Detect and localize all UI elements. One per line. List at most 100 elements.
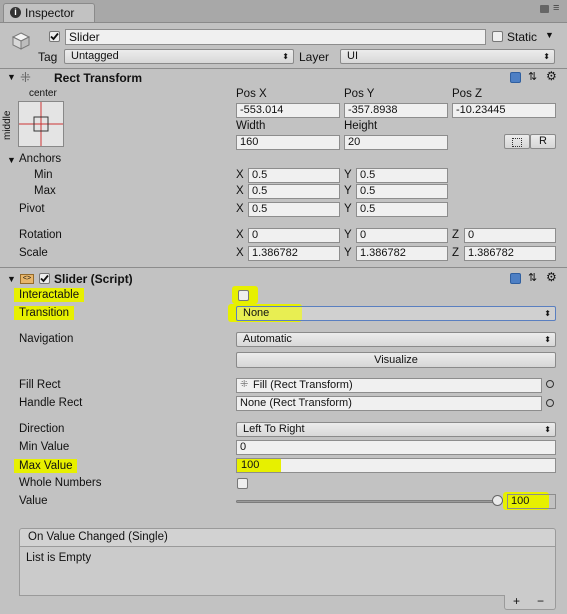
rect-transform-small-icon: ⁜ xyxy=(240,379,249,390)
foldout-arrow-icon[interactable]: ▼ xyxy=(7,274,16,284)
divider xyxy=(0,267,567,268)
navigation-label: Navigation xyxy=(19,333,74,345)
object-picker-icon[interactable] xyxy=(546,399,554,407)
inspector-tab[interactable]: i Inspector xyxy=(3,3,95,22)
height-label: Height xyxy=(344,120,378,132)
anchors-label: Anchors xyxy=(19,153,62,165)
pos-x-label: Pos X xyxy=(236,88,267,100)
chevron-down-icon[interactable]: ▼ xyxy=(545,30,554,40)
anchor-min-y-field[interactable]: 0.5 xyxy=(356,168,448,183)
scale-x-field[interactable]: 1.386782 xyxy=(248,246,340,261)
anchor-preset-top-label: center xyxy=(29,88,57,99)
anchor-min-label: Min xyxy=(34,169,53,181)
event-list: List is Empty xyxy=(19,546,556,596)
divider xyxy=(0,68,567,69)
layer-dropdown[interactable]: UI ⬍ xyxy=(340,49,555,64)
event-footer: + − xyxy=(504,594,556,610)
value-slider-thumb[interactable] xyxy=(492,495,503,506)
width-field[interactable]: 160 xyxy=(236,135,340,150)
rect-transform-title: Rect Transform xyxy=(54,71,143,85)
object-picker-icon[interactable] xyxy=(546,380,554,388)
scale-label: Scale xyxy=(19,247,48,259)
gameobject-icon xyxy=(11,31,31,51)
pivot-x-field[interactable]: 0.5 xyxy=(248,202,340,217)
max-value-label: Max Value xyxy=(14,459,78,473)
blueprint-mode-button[interactable] xyxy=(504,134,530,149)
pivot-y-field[interactable]: 0.5 xyxy=(356,202,448,217)
rotation-y-field[interactable]: 0 xyxy=(356,228,448,243)
interactable-label: Interactable xyxy=(14,288,85,302)
pos-x-field[interactable]: -553.014 xyxy=(236,103,340,118)
fill-rect-label: Fill Rect xyxy=(19,379,61,391)
lock-icon[interactable] xyxy=(540,5,549,13)
value-label: Value xyxy=(19,495,48,507)
handle-rect-field[interactable]: None (Rect Transform) xyxy=(236,396,542,411)
help-icon[interactable] xyxy=(510,273,521,284)
scale-y-field[interactable]: 1.386782 xyxy=(356,246,448,261)
event-empty-text: List is Empty xyxy=(26,552,92,564)
foldout-arrow-icon[interactable]: ▼ xyxy=(7,72,16,82)
whole-numbers-checkbox[interactable] xyxy=(237,478,248,489)
pos-z-field[interactable]: -10.23445 xyxy=(452,103,556,118)
rect-transform-icon: ⁜ xyxy=(20,70,31,85)
gear-icon[interactable]: ⚙ xyxy=(546,270,557,284)
active-checkbox[interactable] xyxy=(49,31,60,42)
component-enabled-checkbox[interactable] xyxy=(39,273,50,284)
add-event-button[interactable]: + xyxy=(513,594,520,608)
dotted-square-icon xyxy=(512,138,522,147)
anchor-max-x-field[interactable]: 0.5 xyxy=(248,184,340,199)
info-icon: i xyxy=(10,7,21,18)
anchor-min-x-axis: X xyxy=(236,169,244,181)
pos-z-label: Pos Z xyxy=(452,88,483,100)
navigation-dropdown[interactable]: Automatic ⬍ xyxy=(236,332,556,347)
gear-icon[interactable]: ⚙ xyxy=(546,69,557,83)
anchor-preset-button[interactable] xyxy=(18,101,64,147)
tab-menu-icon[interactable]: ≡ xyxy=(553,2,559,14)
visualize-button[interactable]: Visualize xyxy=(236,352,556,368)
tag-dropdown[interactable]: Untagged ⬍ xyxy=(64,49,294,64)
anchor-min-y-axis: Y xyxy=(344,169,352,181)
transition-label: Transition xyxy=(14,306,75,320)
rotation-z-field[interactable]: 0 xyxy=(464,228,556,243)
min-value-field[interactable]: 0 xyxy=(236,440,556,455)
layer-label: Layer xyxy=(299,50,330,64)
scale-x-axis: X xyxy=(236,247,244,259)
anchor-preset-side-label: middle xyxy=(2,110,13,140)
height-field[interactable]: 20 xyxy=(344,135,448,150)
value-slider-track[interactable] xyxy=(236,500,498,503)
help-icon[interactable] xyxy=(510,72,521,83)
tag-label: Tag xyxy=(38,50,58,64)
slider-script-title: Slider (Script) xyxy=(54,272,133,286)
anchor-max-y-field[interactable]: 0.5 xyxy=(356,184,448,199)
tab-title: Inspector xyxy=(25,6,75,20)
width-label: Width xyxy=(236,120,266,132)
scale-z-field[interactable]: 1.386782 xyxy=(464,246,556,261)
static-checkbox[interactable] xyxy=(492,31,503,42)
anchor-max-y-axis: Y xyxy=(344,185,352,197)
direction-dropdown[interactable]: Left To Right ⬍ xyxy=(236,422,556,437)
anchor-min-x-field[interactable]: 0.5 xyxy=(248,168,340,183)
event-header: On Value Changed (Single) xyxy=(19,528,556,547)
max-value-field[interactable]: 100 xyxy=(236,458,556,473)
fill-rect-field[interactable]: ⁜ Fill (Rect Transform) xyxy=(236,378,542,393)
rotation-y-axis: Y xyxy=(344,229,352,241)
raw-edit-button[interactable]: R xyxy=(530,134,556,149)
direction-label: Direction xyxy=(19,423,65,435)
handle-rect-label: Handle Rect xyxy=(19,397,83,409)
pivot-x-axis: X xyxy=(236,203,244,215)
pivot-label: Pivot xyxy=(19,203,45,215)
pos-y-label: Pos Y xyxy=(344,88,375,100)
remove-event-button[interactable]: − xyxy=(537,594,544,608)
pos-y-field[interactable]: -357.8938 xyxy=(344,103,448,118)
interactable-checkbox[interactable] xyxy=(238,290,249,301)
rotation-x-field[interactable]: 0 xyxy=(248,228,340,243)
static-label: Static xyxy=(507,30,538,44)
min-value-label: Min Value xyxy=(19,441,70,453)
object-name-field[interactable]: Slider xyxy=(65,29,486,45)
anchors-foldout-icon[interactable]: ▼ xyxy=(7,155,16,165)
transition-dropdown[interactable]: None ⬍ xyxy=(236,306,556,321)
whole-numbers-label: Whole Numbers xyxy=(19,477,102,489)
preset-icon[interactable]: ⇅ xyxy=(528,70,537,83)
preset-icon[interactable]: ⇅ xyxy=(528,271,537,284)
value-field[interactable]: 100 xyxy=(507,494,556,509)
